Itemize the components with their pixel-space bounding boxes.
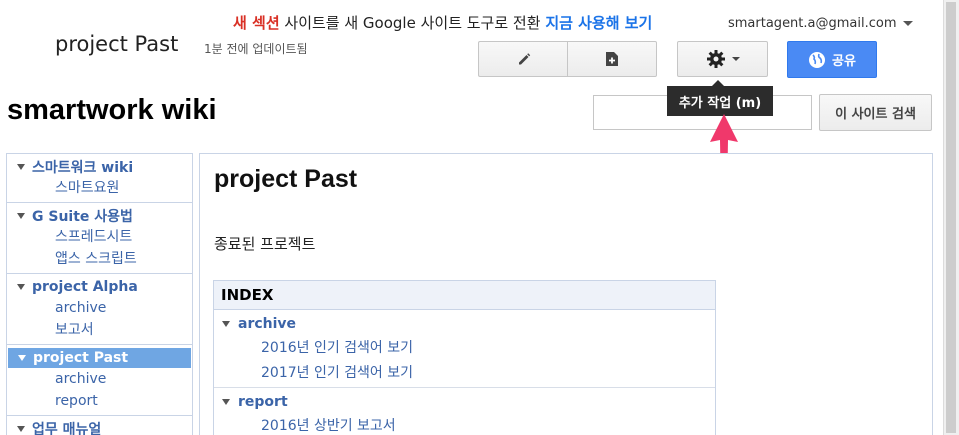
account-menu[interactable]: smartagent.a@gmail.com <box>728 16 913 31</box>
share-label: 공유 <box>832 54 856 69</box>
migration-banner: 새 섹션 사이트를 새 Google 사이트 도구로 전환 지금 사용해 보기 <box>233 12 652 33</box>
expand-triangle-icon[interactable] <box>17 284 25 290</box>
index-title: INDEX <box>214 281 715 310</box>
edit-page-button[interactable] <box>478 41 568 77</box>
index-item-report[interactable]: report <box>214 390 715 414</box>
sidebar-item-work-manual[interactable]: 업무 매뉴얼 <box>7 419 192 435</box>
sidebar-subitem[interactable]: archive <box>7 297 192 319</box>
pencil-icon <box>518 53 530 65</box>
sidebar-subitem[interactable]: report <box>7 390 192 412</box>
index-item-archive[interactable]: archive <box>214 312 715 336</box>
index-subitem[interactable]: 2016년 인기 검색어 보기 <box>214 336 715 361</box>
sidebar-item-project-past[interactable]: project Past <box>8 348 191 368</box>
sidebar-group: G Suite 사용법 스프레드시트 앱스 스크립트 <box>7 203 192 274</box>
index-subitem[interactable]: 2017년 인기 검색어 보기 <box>214 361 715 386</box>
expand-triangle-icon[interactable] <box>222 399 230 405</box>
globe-icon <box>809 51 826 68</box>
sidebar-item-label: project Alpha <box>32 279 138 295</box>
share-button[interactable]: 공유 <box>787 41 877 78</box>
sidebar-item-label: project Past <box>33 350 129 366</box>
banner-message: 사이트를 새 Google 사이트 도구로 전환 <box>279 14 546 32</box>
expand-triangle-icon[interactable] <box>18 355 26 361</box>
expand-triangle-icon[interactable] <box>17 213 25 219</box>
site-search-button[interactable]: 이 사이트 검색 <box>819 94 932 131</box>
banner-highlight: 새 섹션 <box>233 14 280 32</box>
sidebar-subitem[interactable]: 앱스 스크립트 <box>7 248 192 270</box>
expand-triangle-icon[interactable] <box>222 321 230 327</box>
sidebar-item-project-alpha[interactable]: project Alpha <box>7 277 192 297</box>
index-subitem[interactable]: 2016년 상반기 보고서 <box>214 414 715 435</box>
sidebar-item-gsuite[interactable]: G Suite 사용법 <box>7 206 192 226</box>
page-description: 종료된 프로젝트 <box>214 235 316 253</box>
sidebar-subitem[interactable]: archive <box>7 368 192 390</box>
account-email: smartagent.a@gmail.com <box>728 16 897 31</box>
last-updated-text: 1분 전에 업데이트됨 <box>204 42 308 56</box>
index-group: report 2016년 상반기 보고서 <box>214 388 715 435</box>
sidebar-item-label: 업무 매뉴얼 <box>32 422 102 435</box>
sidebar-item-label: G Suite 사용법 <box>32 209 133 225</box>
sidebar-subitem[interactable]: 스마트요원 <box>7 177 192 199</box>
sidebar-group: 스마트워크 wiki 스마트요원 <box>7 154 192 203</box>
chevron-down-icon <box>902 21 913 26</box>
sidebar-group: project Alpha archive 보고서 <box>7 274 192 345</box>
expand-triangle-icon[interactable] <box>17 164 25 170</box>
site-name[interactable]: smartwork wiki <box>7 94 217 127</box>
new-page-icon <box>606 52 618 66</box>
index-item-label: report <box>238 394 288 410</box>
sidebar-subitem[interactable]: 보고서 <box>7 319 192 341</box>
chevron-down-icon <box>731 57 740 61</box>
banner-try-link[interactable]: 지금 사용해 보기 <box>545 14 652 32</box>
sidebar-navigation: 스마트워크 wiki 스마트요원 G Suite 사용법 스프레드시트 앱스 스… <box>6 153 193 435</box>
sidebar-item-smartwork-wiki[interactable]: 스마트워크 wiki <box>7 157 192 177</box>
sidebar-group: project Past archive report <box>7 345 192 416</box>
page-heading: project Past <box>214 165 358 193</box>
more-actions-button[interactable] <box>677 41 768 77</box>
index-group: archive 2016년 인기 검색어 보기 2017년 인기 검색어 보기 <box>214 310 715 388</box>
index-table: INDEX archive 2016년 인기 검색어 보기 2017년 인기 검… <box>213 280 716 435</box>
expand-triangle-icon[interactable] <box>17 426 25 432</box>
index-item-label: archive <box>238 316 297 332</box>
gear-icon <box>706 50 725 68</box>
sidebar-subitem[interactable]: 스프레드시트 <box>7 226 192 248</box>
scrollbar-thumb[interactable] <box>946 2 956 433</box>
page-title: project Past <box>55 32 179 56</box>
sidebar-item-label: 스마트워크 wiki <box>32 160 134 176</box>
new-page-button[interactable] <box>567 41 657 77</box>
sidebar-group: 업무 매뉴얼 <box>7 416 192 435</box>
